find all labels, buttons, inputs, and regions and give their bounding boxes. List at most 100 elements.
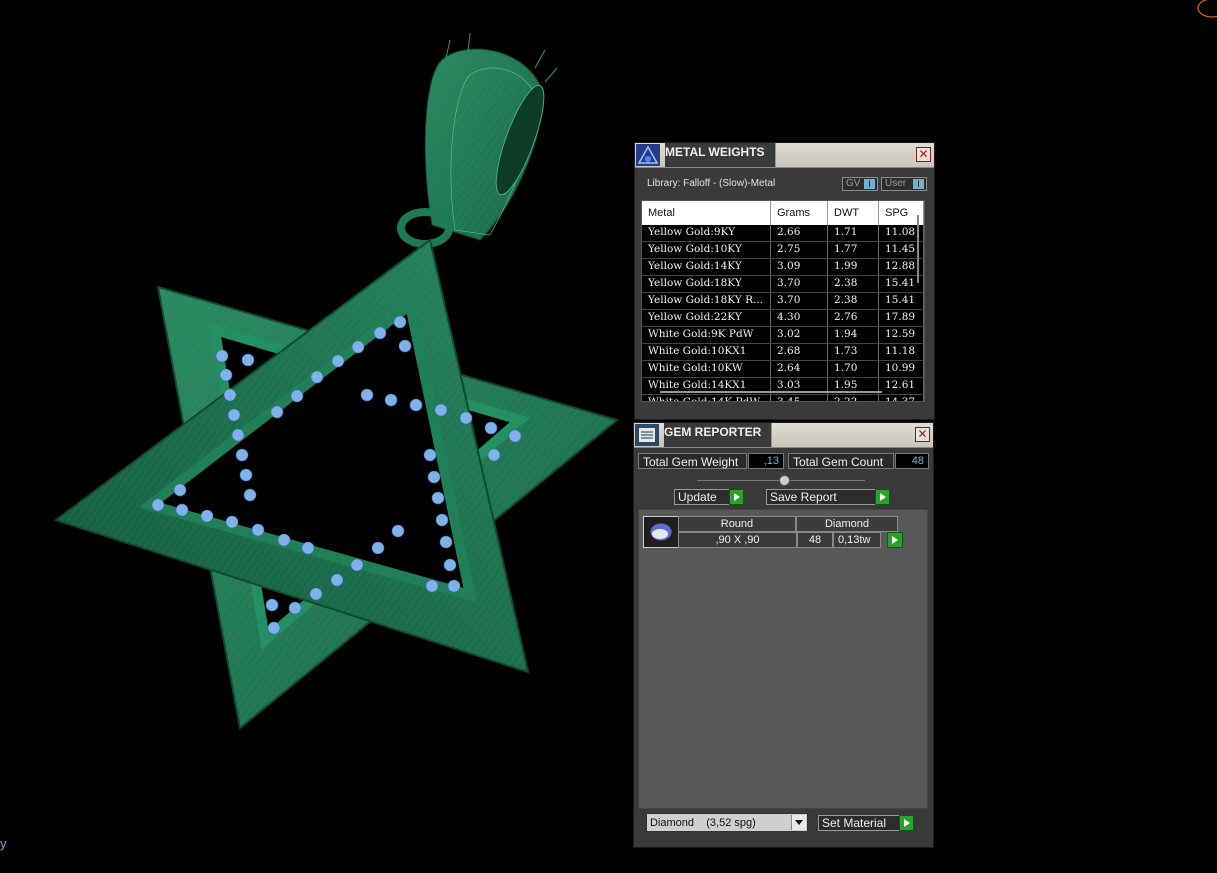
grams-cell: 2.64 xyxy=(771,361,828,377)
table-row[interactable]: White Gold:10KX1 2.68 1.73 11.18 xyxy=(642,344,924,361)
metal-cell: Yellow Gold:22KY xyxy=(642,310,771,326)
table-row[interactable]: White Gold:14K PdW 3.45 2.22 14.37 xyxy=(642,395,924,401)
gv-toggle[interactable]: GV I xyxy=(842,177,878,191)
spg-cell: 11.18 xyxy=(879,344,924,360)
viewport-axis-label: y xyxy=(0,836,7,851)
metal-cell: Yellow Gold:10KY xyxy=(642,242,771,258)
gem-reporter-panel: GEM REPORTER ✕ Total Gem Weight ,13 Tota… xyxy=(633,422,934,848)
dwt-cell: 1.70 xyxy=(828,361,879,377)
round-gem-icon xyxy=(643,516,679,548)
total-gem-count-value: 48 xyxy=(895,453,929,469)
gem-select-button[interactable] xyxy=(887,532,903,548)
material-select[interactable]: Diamond (3,52 spg) xyxy=(646,813,808,832)
save-report-button[interactable]: Save Report xyxy=(766,489,890,505)
metal-weights-titlebar[interactable]: METAL WEIGHTS ✕ xyxy=(635,143,934,168)
gem-entry-table: Round Diamond ,90 X ,90 48 0,13tw xyxy=(678,516,898,548)
gem-reporter-title: GEM REPORTER xyxy=(664,423,773,447)
dwt-cell: 1.94 xyxy=(828,327,879,343)
close-icon[interactable]: ✕ xyxy=(915,427,930,442)
gem-stone: Diamond xyxy=(795,516,898,532)
gem-stats-row: Total Gem Weight ,13 Total Gem Count 48 xyxy=(638,453,929,471)
metal-weights-title: METAL WEIGHTS xyxy=(665,143,776,167)
dwt-cell: 1.99 xyxy=(828,259,879,275)
play-arrow-icon xyxy=(875,489,890,505)
total-gem-weight-value: ,13 xyxy=(748,453,784,469)
grams-cell: 4.30 xyxy=(771,310,828,326)
dwt-cell: 1.77 xyxy=(828,242,879,258)
column-header-dwt[interactable]: DWT xyxy=(828,201,879,225)
metal-weights-icon xyxy=(636,144,660,166)
material-select-value: Diamond (3,52 spg) xyxy=(650,817,756,829)
library-label: Library: Falloff - (Slow)-Metal xyxy=(647,178,776,189)
metal-cell: White Gold:10KX1 xyxy=(642,344,771,360)
update-button[interactable]: Update xyxy=(674,489,744,505)
metal-weights-table: Metal Grams DWT SPG Yellow Gold:9KY 2.66 1… xyxy=(641,200,925,402)
column-header-metal[interactable]: Metal xyxy=(642,201,771,225)
metal-cell: Yellow Gold:14KY xyxy=(642,259,771,275)
total-gem-count-label: Total Gem Count xyxy=(788,453,894,469)
column-header-grams[interactable]: Grams xyxy=(771,201,828,225)
metal-cell: Yellow Gold:9KY xyxy=(642,225,771,241)
user-indicator-icon: I xyxy=(913,179,924,189)
table-header: Metal Grams DWT SPG xyxy=(642,201,924,225)
table-row[interactable]: Yellow Gold:18KY 3.70 2.38 15.41 xyxy=(642,276,924,293)
dwt-cell: 2.38 xyxy=(828,276,879,292)
spg-cell: 12.59 xyxy=(879,327,924,343)
horizontal-scrollbar[interactable] xyxy=(660,391,882,393)
metal-cell: Yellow Gold:18KY xyxy=(642,276,771,292)
user-toggle[interactable]: User I xyxy=(881,177,927,191)
metal-cell: White Gold:14K PdW xyxy=(642,395,771,401)
dwt-cell: 2.38 xyxy=(828,293,879,309)
set-material-button[interactable]: Set Material xyxy=(818,815,914,831)
dwt-cell: 2.22 xyxy=(828,395,879,401)
grams-cell: 3.02 xyxy=(771,327,828,343)
table-row[interactable]: Yellow Gold:18KY R... 3.70 2.38 15.41 xyxy=(642,293,924,310)
spg-cell: 12.61 xyxy=(879,378,924,394)
bail xyxy=(397,32,558,248)
table-body: Yellow Gold:9KY 2.66 1.71 11.08 Yellow Gold:… xyxy=(642,225,924,401)
dwt-cell: 2.76 xyxy=(828,310,879,326)
dwt-cell: 1.73 xyxy=(828,344,879,360)
gv-label: GV xyxy=(846,178,861,189)
library-row: Library: Falloff - (Slow)-Metal GV I Use… xyxy=(635,176,934,194)
3d-viewport[interactable]: y xyxy=(0,0,1217,873)
set-material-label: Set Material xyxy=(822,816,887,830)
gem-shape: Round xyxy=(678,516,796,532)
dwt-cell: 1.71 xyxy=(828,225,879,241)
gv-indicator-icon: I xyxy=(864,179,875,189)
spg-cell: 10.99 xyxy=(879,361,924,377)
grams-cell: 2.68 xyxy=(771,344,828,360)
gem-weight: 0,13tw xyxy=(833,532,881,548)
table-row[interactable]: White Gold:10KW 2.64 1.70 10.99 xyxy=(642,361,924,378)
table-row[interactable]: White Gold:9K PdW 3.02 1.94 12.59 xyxy=(642,327,924,344)
chevron-down-icon[interactable] xyxy=(791,815,806,830)
gem-reporter-icon xyxy=(635,424,659,446)
grams-cell: 2.75 xyxy=(771,242,828,258)
grams-cell: 3.70 xyxy=(771,293,828,309)
gem-list-area: Round Diamond ,90 X ,90 48 0,13tw xyxy=(638,509,928,809)
table-row[interactable]: Yellow Gold:14KY 3.09 1.99 12.88 xyxy=(642,259,924,276)
user-label: User xyxy=(885,178,907,189)
spg-cell: 14.37 xyxy=(879,395,924,401)
panel-slider[interactable] xyxy=(697,475,865,486)
slider-knob[interactable] xyxy=(779,475,790,486)
table-row[interactable]: Yellow Gold:10KY 2.75 1.77 11.45 xyxy=(642,242,924,259)
update-label: Update xyxy=(678,490,717,504)
metal-cell: White Gold:9K PdW xyxy=(642,327,771,343)
gem-size: ,90 X ,90 xyxy=(678,532,797,548)
table-row[interactable]: Yellow Gold:22KY 4.30 2.76 17.89 xyxy=(642,310,924,327)
table-row[interactable]: Yellow Gold:9KY 2.66 1.71 11.08 xyxy=(642,225,924,242)
close-icon[interactable]: ✕ xyxy=(916,147,931,162)
grams-cell: 2.66 xyxy=(771,225,828,241)
metal-weights-panel: METAL WEIGHTS ✕ Library: Falloff - (Slow… xyxy=(634,142,935,420)
metal-cell: Yellow Gold:18KY R... xyxy=(642,293,771,309)
grams-cell: 3.45 xyxy=(771,395,828,401)
vertical-scrollbar[interactable] xyxy=(917,215,919,283)
gizmo-mark xyxy=(1197,0,1217,18)
star-pendant-model xyxy=(53,0,1217,730)
save-report-label: Save Report xyxy=(770,490,837,504)
play-arrow-icon xyxy=(729,489,744,505)
gem-reporter-titlebar[interactable]: GEM REPORTER ✕ xyxy=(634,423,933,448)
spg-cell: 15.41 xyxy=(879,293,924,309)
total-gem-weight-label: Total Gem Weight xyxy=(638,453,747,469)
